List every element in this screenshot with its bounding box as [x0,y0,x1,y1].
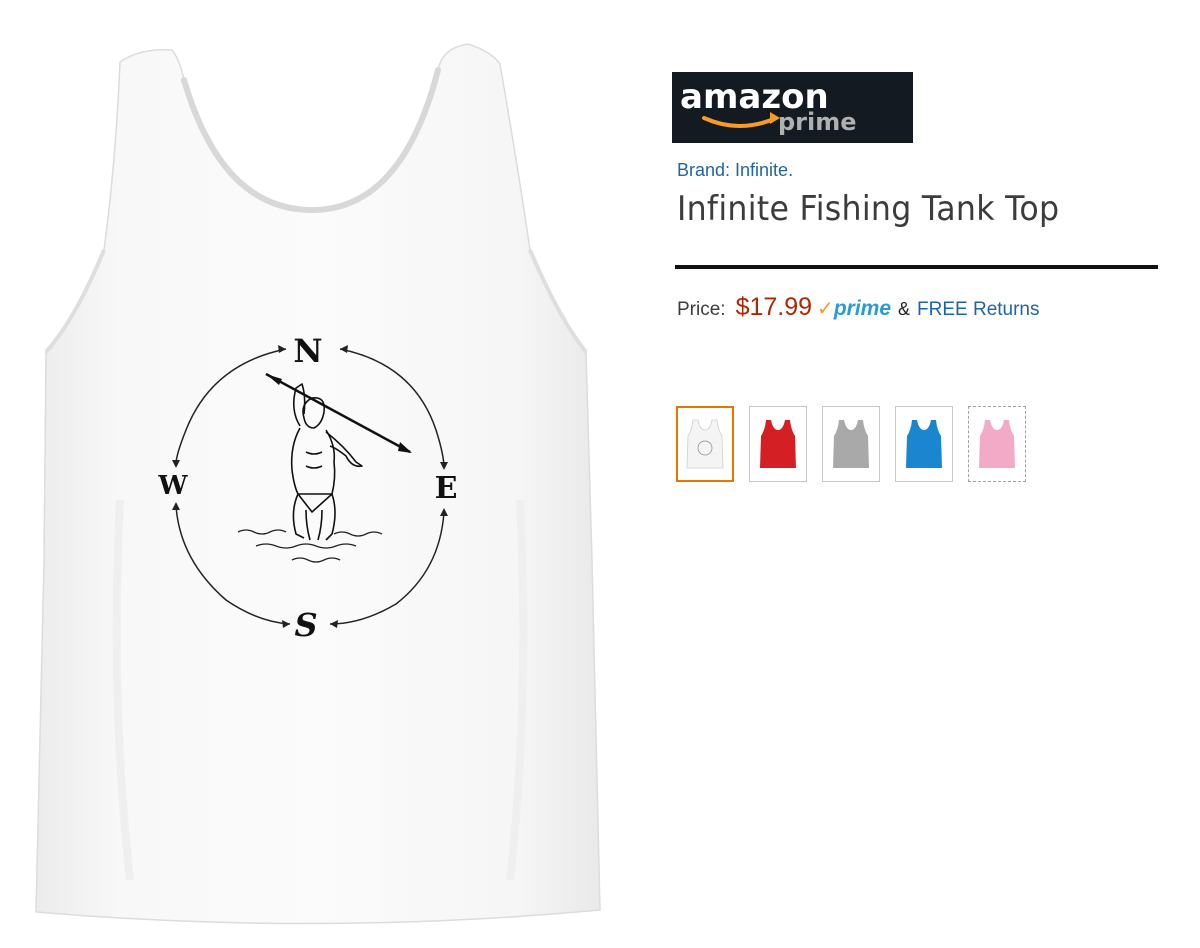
product-image[interactable]: N S E W [0,0,640,948]
swatch-gray[interactable] [822,406,880,482]
swatch-tank-top-icon [686,419,724,469]
amazon-prime-logo[interactable]: amazon prime [672,72,913,143]
price-row: Price: $17.99 ✓ prime & FREE Returns [677,293,1172,322]
swatch-tank-top-icon [760,420,796,468]
color-swatches [676,406,1026,482]
free-returns-link[interactable]: FREE Returns [917,299,1039,321]
price-value: $17.99 [735,293,813,321]
tank-top-illustration: N S E W [35,43,601,925]
compass-north: N [293,332,322,370]
product-page: N S E W amazon prime Brand: Infinite. In… [0,0,1200,948]
swatch-pink[interactable] [968,406,1026,482]
price-label: Price: [677,299,726,320]
compass-south: S [294,606,317,644]
prime-label: prime [833,297,891,320]
swatch-white[interactable] [676,406,734,482]
compass-east: E [435,471,458,506]
swatch-tank-top-icon [979,420,1015,468]
prime-badge: ✓ prime [817,296,891,321]
prime-check-icon: ✓ [817,298,834,320]
logo-subtext: prime [778,108,857,136]
ampersand: & [898,299,911,319]
product-info: amazon prime Brand: Infinite. Infinite F… [672,72,1172,322]
product-title: Infinite Fishing Tank Top [677,189,1060,229]
title-divider [675,265,1158,269]
swatch-tank-top-icon [833,420,869,468]
brand-link[interactable]: Brand: Infinite. [677,160,793,181]
swatch-red[interactable] [749,406,807,482]
smile-arrow-icon [702,116,778,128]
swatch-tank-top-icon [906,420,942,468]
compass-west: W [157,471,188,501]
swatch-blue[interactable] [895,406,953,482]
